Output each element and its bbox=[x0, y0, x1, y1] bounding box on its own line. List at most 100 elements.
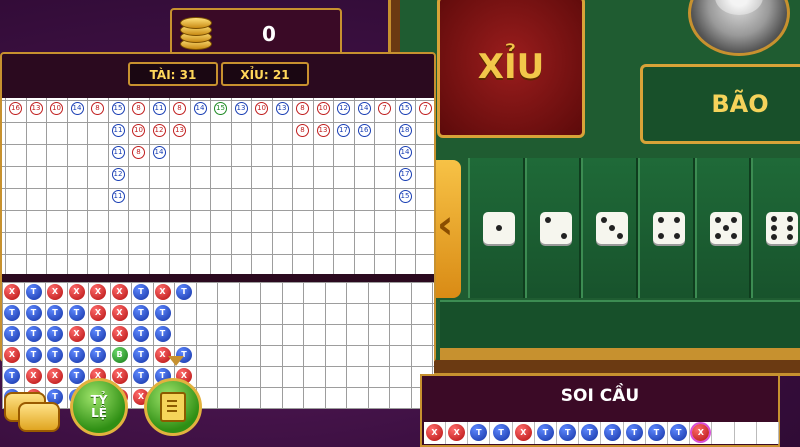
soi-cau-result: T bbox=[648, 424, 665, 441]
sum-marker: 12 bbox=[152, 124, 166, 137]
result-marker: T bbox=[90, 326, 106, 342]
result-marker: T bbox=[133, 326, 149, 342]
dice-bet-2[interactable] bbox=[524, 158, 582, 298]
result-marker: X bbox=[47, 284, 63, 300]
result-marker: X bbox=[4, 284, 20, 300]
result-marker: T bbox=[176, 284, 192, 300]
coin-value: 0 bbox=[262, 22, 276, 46]
chevron-left-icon: ‹ bbox=[437, 202, 454, 248]
die-6-icon bbox=[766, 212, 799, 244]
bet-bao-panel[interactable]: BÃO bbox=[640, 64, 800, 144]
sum-marker: 10 bbox=[255, 102, 268, 115]
result-marker: T bbox=[133, 368, 149, 384]
soi-cau-result: T bbox=[537, 424, 554, 441]
sum-marker: 14 bbox=[357, 102, 371, 115]
result-marker: T bbox=[25, 326, 42, 342]
sum-marker: 8 bbox=[91, 102, 104, 115]
sum-marker: 8 bbox=[132, 102, 145, 115]
soi-cau-cell: X bbox=[690, 422, 713, 444]
soi-cau-cell: X bbox=[424, 422, 446, 444]
result-marker: T bbox=[68, 368, 85, 384]
sum-marker: 15 bbox=[398, 190, 412, 203]
result-marker: T bbox=[47, 347, 63, 363]
soi-cau-cell: T bbox=[579, 422, 602, 444]
result-marker: T bbox=[47, 305, 63, 321]
soi-cau-cell: T bbox=[535, 422, 557, 444]
sum-marker: 13 bbox=[234, 102, 248, 115]
ty-le-line2: LỆ bbox=[91, 406, 107, 420]
coin-stack-icon bbox=[176, 14, 216, 50]
result-marker: T bbox=[25, 347, 42, 363]
sum-marker: 14 bbox=[193, 102, 207, 115]
sum-marker: 7 bbox=[378, 102, 391, 115]
sum-marker: 15 bbox=[111, 102, 125, 115]
dice-bet-6[interactable] bbox=[751, 158, 800, 298]
sum-marker: 13 bbox=[275, 102, 289, 115]
dice-bet-4[interactable] bbox=[638, 158, 695, 298]
sum-marker: 8 bbox=[296, 102, 309, 115]
soi-cau-cell: X bbox=[513, 422, 535, 444]
bowl-inner bbox=[715, 0, 763, 15]
soi-cau-cell: T bbox=[468, 422, 491, 444]
result-history-grid: XTXXXXTXTTTTTXXTTTTTXTXTTXTTTTBTXTTXXTXX… bbox=[2, 282, 434, 409]
result-marker: T bbox=[68, 347, 85, 363]
soi-cau-cell: T bbox=[602, 422, 624, 444]
chat-button[interactable] bbox=[4, 388, 60, 432]
sum-marker: 14 bbox=[398, 146, 412, 159]
dice-bet-3[interactable] bbox=[581, 158, 639, 298]
sum-marker: 12 bbox=[111, 168, 125, 181]
dice-bet-1[interactable] bbox=[468, 158, 525, 298]
result-marker: T bbox=[4, 305, 20, 321]
xiu-label: XỈU bbox=[477, 47, 545, 87]
result-marker: X bbox=[25, 368, 42, 384]
sum-marker: 17 bbox=[337, 124, 350, 137]
soi-cau-cell bbox=[757, 422, 779, 444]
result-marker: X bbox=[111, 284, 128, 300]
result-marker: X bbox=[111, 305, 128, 321]
chat-bubble-back bbox=[18, 402, 60, 432]
bet-xiu-panel[interactable]: XỈU bbox=[437, 0, 585, 138]
soi-cau-cell: T bbox=[624, 422, 646, 444]
result-marker: X bbox=[111, 326, 128, 342]
collapse-tab[interactable]: ‹ bbox=[435, 160, 461, 298]
soi-cau-cell: X bbox=[446, 422, 469, 444]
soi-cau-cell: T bbox=[646, 422, 668, 444]
result-marker: X bbox=[47, 368, 63, 384]
sum-marker: 8 bbox=[173, 102, 186, 115]
soi-cau-result: X bbox=[426, 424, 443, 441]
xiu-count-label: XỈU: 21 bbox=[240, 68, 290, 82]
sum-marker: 10 bbox=[50, 102, 63, 115]
soi-cau-result: T bbox=[581, 424, 599, 441]
sum-marker: 10 bbox=[316, 102, 330, 115]
sum-marker: 11 bbox=[111, 146, 125, 159]
result-marker: T bbox=[47, 326, 63, 342]
ty-le-button[interactable]: TỶ LỆ bbox=[70, 378, 128, 436]
table-bottom bbox=[440, 300, 800, 352]
sum-history-grid: 16 13 10 14 8 15 11 11 12 11 8 10 8 11 12 14 8 13 14 15 13 10… bbox=[2, 98, 434, 274]
soi-cau-panel: SOI CẦU XXTTXTTTTTTTX bbox=[420, 374, 780, 447]
sum-marker: 13 bbox=[316, 124, 330, 137]
sum-marker: 13 bbox=[29, 102, 43, 115]
history-button[interactable] bbox=[144, 378, 202, 436]
dice-bet-5[interactable] bbox=[694, 158, 752, 298]
soi-cau-cell: T bbox=[668, 422, 691, 444]
soi-cau-cell: T bbox=[557, 422, 580, 444]
soi-cau-cell bbox=[713, 422, 735, 444]
history-panel: TÀI: 31 XỈU: 21 16 13 10 14 8 15 11 11 12 11 8 10 8 1… bbox=[0, 52, 436, 409]
result-marker: X bbox=[68, 326, 85, 342]
die-5-icon bbox=[709, 212, 742, 244]
sum-marker: 15 bbox=[214, 102, 227, 115]
sum-marker: 16 bbox=[9, 102, 22, 115]
soi-cau-result: X bbox=[448, 424, 466, 441]
sum-marker: 17 bbox=[398, 168, 412, 181]
xiu-count-badge: XỈU: 21 bbox=[221, 62, 309, 86]
sum-marker: 8 bbox=[132, 146, 145, 159]
table-rim bbox=[440, 348, 800, 360]
soi-cau-cell: T bbox=[491, 422, 513, 444]
result-marker: T bbox=[133, 284, 149, 300]
die-2-icon bbox=[539, 212, 572, 244]
soi-cau-result: X bbox=[692, 424, 710, 441]
sum-marker: 14 bbox=[152, 146, 166, 159]
sum-marker: 10 bbox=[132, 124, 145, 137]
soi-cau-result: T bbox=[470, 424, 488, 441]
